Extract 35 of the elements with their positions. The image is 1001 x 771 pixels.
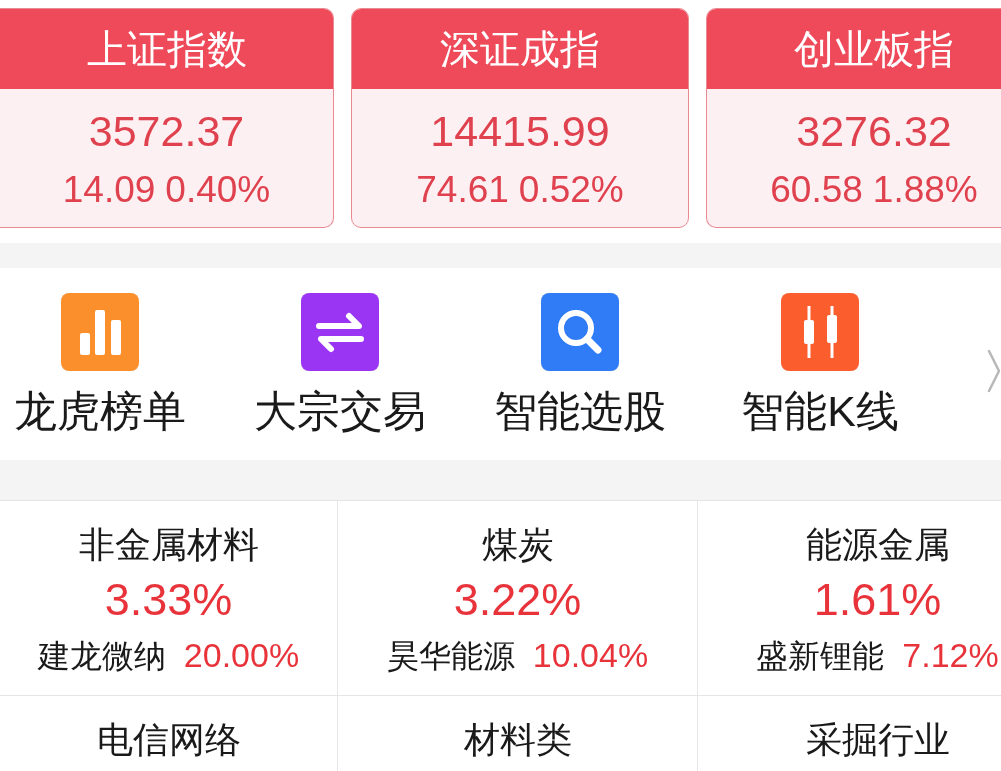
index-name: 创业板指 (707, 9, 1001, 89)
top-stock-name: 盛新锂能 (756, 637, 885, 676)
index-value: 3572.37 (88, 106, 245, 156)
index-card[interactable]: 创业板指 3276.32 60.58 1.88% (706, 8, 1001, 228)
top-stock-change-percent: 10.04% (532, 635, 649, 676)
sector-name: 电信网络 (96, 718, 241, 762)
shortcut-button[interactable]: 智能选股 (480, 293, 680, 437)
index-change-percent: 0.52% (518, 168, 624, 212)
index-change: 74.61 (416, 168, 509, 212)
sector-name: 能源金属 (805, 523, 950, 567)
sector-name: 材料类 (463, 718, 572, 762)
sector-name: 非金属材料 (78, 523, 259, 567)
top-stock-change-percent: 20.00% (183, 635, 300, 676)
sector-change-percent: 3.22% (453, 573, 582, 627)
sector-change-percent: 3.33% (104, 573, 233, 627)
index-name: 上证指数 (0, 9, 333, 89)
index-card[interactable]: 深证成指 14415.99 74.61 0.52% (351, 8, 689, 228)
shortcut-button[interactable]: 龙虎榜单 (0, 293, 200, 437)
index-change-percent: 1.88% (872, 168, 978, 212)
index-change: 60.58 (770, 168, 863, 212)
index-card[interactable]: 上证指数 3572.37 14.09 0.40% (0, 8, 334, 228)
index-value: 3276.32 (796, 106, 952, 156)
index-value: 14415.99 (430, 106, 610, 156)
top-stock-name: 建龙微纳 (37, 637, 166, 676)
shortcut-button[interactable]: 大宗交易 (240, 293, 440, 437)
sector-change-percent: 1.61% (813, 573, 942, 627)
shortcut-button[interactable]: 智能K线 (720, 293, 920, 437)
top-stock-name: 昊华能源 (386, 637, 515, 676)
sector-name: 煤炭 (481, 523, 554, 567)
sector-name: 采掘行业 (805, 718, 950, 762)
chevron-right-icon[interactable] (987, 349, 1001, 393)
index-name: 深证成指 (352, 9, 688, 89)
index-change-percent: 0.40% (165, 168, 271, 212)
top-stock-change-percent: 7.12% (902, 635, 999, 676)
index-change: 14.09 (62, 168, 156, 212)
